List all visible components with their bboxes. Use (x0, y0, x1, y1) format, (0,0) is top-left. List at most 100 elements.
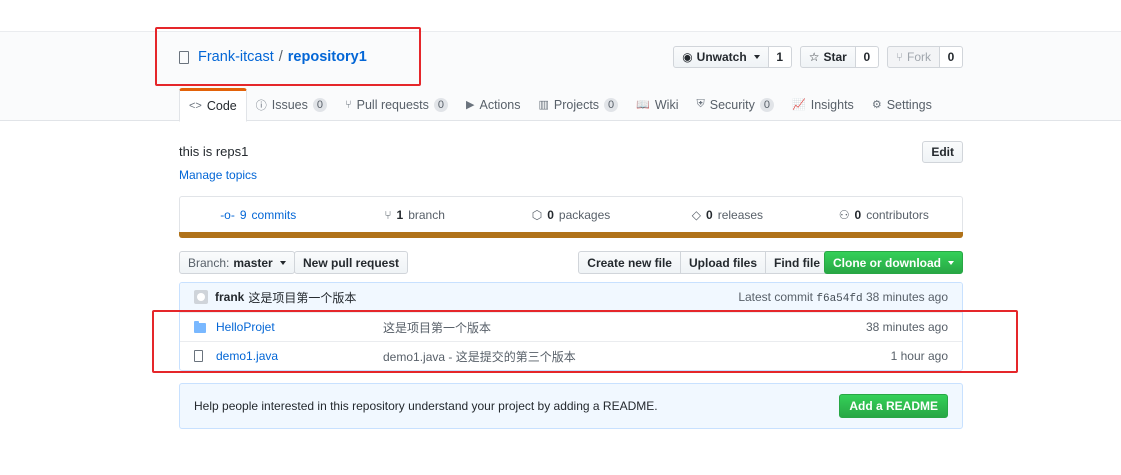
commit-author[interactable]: frank (215, 290, 244, 304)
manage-topics-link[interactable]: Manage topics (179, 168, 257, 182)
latest-commit-info: Latest commit f6a54fd 38 minutes ago (738, 290, 948, 305)
branch-prefix: Branch: (188, 255, 230, 270)
repo-separator: / (278, 49, 283, 65)
file-age: 38 minutes ago (865, 320, 948, 334)
tab-actions[interactable]: ▶ Actions (457, 88, 529, 121)
chevron-down-icon (753, 55, 760, 59)
repo-name-link[interactable]: repository1 (288, 49, 367, 65)
branch-label: branch (408, 208, 445, 222)
tab-label: Pull requests (356, 97, 429, 112)
avatar[interactable] (194, 290, 208, 304)
code-icon: <> (189, 100, 202, 112)
file-name-link[interactable]: HelloProjet (216, 320, 383, 334)
tab-label: Code (206, 99, 237, 113)
forks-count[interactable]: 0 (940, 46, 963, 68)
add-readme-button[interactable]: Add a README (839, 394, 948, 418)
file-icon (194, 350, 210, 362)
tab-security[interactable]: ⛨ Security 0 (687, 88, 783, 121)
tab-counter: 0 (433, 97, 449, 112)
repo-title: Frank-itcast / repository1 (179, 49, 367, 65)
folder-icon (194, 321, 210, 333)
contributors-count: 0 (854, 208, 862, 222)
packages-link[interactable]: ⬡ 0 packages (493, 197, 649, 233)
find-file-button[interactable]: Find file (765, 251, 829, 274)
file-commit-message[interactable]: demo1.java - 这是提交的第三个版本 (383, 348, 891, 365)
repo-icon (179, 50, 189, 64)
language-bar[interactable] (179, 232, 963, 238)
play-icon: ▶ (466, 99, 475, 111)
gear-icon: ⚙ (871, 99, 882, 111)
fork-label: Fork (907, 50, 931, 64)
new-pull-request-button[interactable]: New pull request (294, 251, 409, 274)
commits-count: 9 (239, 208, 247, 222)
tab-counter: 0 (759, 97, 775, 112)
latest-commit-bar: frank 这是项目第一个版本 Latest commit f6a54fd 38… (180, 283, 962, 312)
file-commit-message[interactable]: 这是项目第一个版本 (383, 319, 866, 336)
tab-label: Issues (271, 97, 308, 112)
fork-group: ⑂ Fork 0 (886, 46, 963, 68)
contributors-link[interactable]: ⚇ 0 contributors (806, 197, 962, 233)
releases-label: releases (717, 208, 764, 222)
tab-label: Actions (479, 97, 521, 112)
tab-code[interactable]: <> Code (179, 88, 247, 122)
shield-icon: ⛨ (696, 98, 705, 110)
readme-prompt: Help people interested in this repositor… (179, 383, 963, 429)
package-icon: ⬡ (531, 208, 543, 222)
repo-actions: ◉ Unwatch 1 ☆ Star 0 ⑂ Fork 0 (673, 46, 963, 68)
tab-settings[interactable]: ⚙ Settings (863, 88, 941, 121)
tab-projects[interactable]: ▥ Projects 0 (529, 88, 627, 121)
tab-insights[interactable]: 📈 Insights (783, 88, 863, 121)
tab-pull-requests[interactable]: ⑂ Pull requests 0 (336, 88, 457, 121)
file-actions-group: Create new file Upload files Find file (578, 251, 829, 274)
project-icon: ▥ (538, 99, 549, 111)
branch-name: master (233, 255, 273, 270)
fork-icon: ⑂ (895, 50, 903, 64)
commit-message[interactable]: 这是项目第一个版本 (248, 289, 356, 306)
edit-description-button[interactable]: Edit (922, 141, 963, 163)
star-button[interactable]: ☆ Star (799, 46, 856, 68)
file-navigation: Branch: master New pull request Create ne… (179, 251, 963, 274)
commits-link[interactable]: -o- 9 commits (180, 197, 336, 233)
file-row[interactable]: HelloProjet 这是项目第一个版本 38 minutes ago (180, 312, 962, 341)
commit-icon: -o- (220, 208, 235, 222)
commit-sha[interactable]: f6a54fd (816, 293, 862, 305)
folder-shape (194, 321, 206, 333)
file-row[interactable]: demo1.java demo1.java - 这是提交的第三个版本 1 hou… (180, 341, 962, 370)
clone-or-download-button[interactable]: Clone or download (824, 251, 963, 274)
tab-counter: 0 (604, 97, 619, 112)
tab-issues[interactable]: ⓘ Issues 0 (247, 88, 336, 121)
file-age: 1 hour ago (890, 349, 948, 363)
tag-icon: ◇ (691, 208, 702, 222)
create-new-file-button[interactable]: Create new file (578, 251, 681, 274)
tab-wiki[interactable]: 📖 Wiki (627, 88, 687, 121)
branch-select-button[interactable]: Branch: master (179, 251, 295, 274)
fork-button[interactable]: ⑂ Fork (886, 46, 940, 68)
releases-link[interactable]: ◇ 0 releases (649, 197, 805, 233)
unwatch-label: Unwatch (696, 50, 747, 64)
watch-group: ◉ Unwatch 1 (673, 46, 792, 68)
repo-owner-link[interactable]: Frank-itcast (198, 49, 274, 65)
book-icon: 📖 (636, 99, 650, 111)
branches-link[interactable]: ⑂ 1 branch (336, 197, 492, 233)
watchers-count[interactable]: 1 (768, 46, 792, 68)
readme-prompt-text: Help people interested in this repositor… (194, 399, 658, 413)
graph-icon: 📈 (792, 99, 806, 111)
tab-label: Projects (553, 97, 600, 112)
upload-files-button[interactable]: Upload files (679, 251, 766, 274)
branch-count: 1 (396, 208, 404, 222)
people-icon: ⚇ (838, 208, 850, 222)
contributors-label: contributors (866, 208, 929, 222)
packages-label: packages (558, 208, 611, 222)
chevron-down-icon (279, 260, 286, 265)
tab-label: Settings (886, 97, 932, 112)
packages-count: 0 (547, 208, 554, 222)
branch-icon: ⑂ (384, 208, 392, 222)
star-group: ☆ Star 0 (799, 46, 879, 68)
issue-icon: ⓘ (255, 99, 267, 112)
unwatch-button[interactable]: ◉ Unwatch (673, 46, 769, 68)
chevron-down-icon (948, 260, 954, 265)
repo-tabs: <> Code ⓘ Issues 0 ⑂ Pull requests 0 ▶ Actions… (179, 88, 941, 122)
stars-count[interactable]: 0 (855, 46, 879, 68)
commits-label: commits (251, 208, 297, 222)
file-name-link[interactable]: demo1.java (216, 349, 383, 363)
